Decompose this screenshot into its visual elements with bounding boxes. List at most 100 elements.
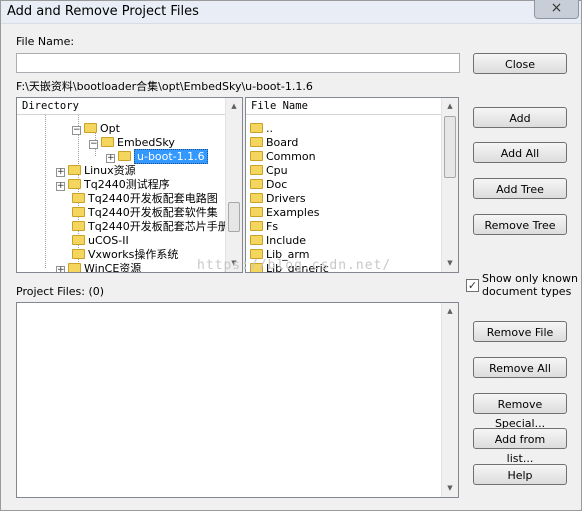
directory-header: Directory	[17, 98, 225, 115]
tree-item-label: EmbedSky	[117, 136, 175, 149]
file-item[interactable]: Board	[250, 136, 298, 150]
file-item-label: Examples	[266, 206, 320, 219]
folder-open-icon	[101, 137, 114, 147]
tree-item-u-boot[interactable]: + u-boot-1.1.6	[106, 149, 208, 164]
file-item-label: Board	[266, 136, 299, 149]
file-name-input[interactable]	[16, 53, 460, 73]
folder-icon	[250, 137, 263, 147]
expand-icon[interactable]: +	[106, 154, 115, 163]
tree-item-label: Linux资源	[84, 164, 136, 177]
scroll-thumb[interactable]	[228, 202, 240, 232]
folder-open-icon	[84, 123, 97, 133]
file-item-label: Common	[266, 150, 316, 163]
folder-icon	[72, 235, 85, 245]
expand-icon[interactable]: +	[56, 182, 65, 191]
folder-icon	[250, 193, 263, 203]
tree-item-linux[interactable]: + Linux资源	[56, 164, 136, 178]
close-button[interactable]: Close	[473, 53, 567, 74]
show-known-checkbox[interactable]: ✓	[466, 279, 479, 292]
file-item-label: Include	[266, 234, 307, 247]
tree-item-wince[interactable]: + WinCE资源	[56, 262, 142, 273]
remove-tree-button[interactable]: Remove Tree	[473, 214, 567, 235]
folder-icon	[68, 263, 81, 272]
folder-icon	[72, 207, 85, 217]
scroll-up-icon[interactable]: ▲	[442, 98, 458, 115]
add-from-list-button[interactable]: Add from list...	[473, 428, 567, 465]
window-close-button[interactable]: ×	[534, 0, 579, 19]
folder-icon	[250, 235, 263, 245]
folder-icon	[72, 193, 85, 203]
file-item-label: Cpu	[266, 164, 288, 177]
tree-item-tq2440-software[interactable]: Tq2440开发板配套软件集	[72, 206, 218, 220]
folder-icon	[118, 151, 131, 161]
project-files-vertical-scrollbar[interactable]: ▲ ▼	[441, 303, 458, 497]
project-files-list[interactable]: ▲ ▼	[16, 302, 459, 498]
show-known-label-line2: document types	[482, 285, 572, 298]
file-item[interactable]: Common	[250, 150, 316, 164]
directory-vertical-scrollbar[interactable]: ▲ ▼	[225, 98, 242, 272]
tree-item-label: WinCE资源	[84, 262, 142, 273]
help-button[interactable]: Help	[473, 464, 567, 485]
file-item[interactable]: Drivers	[250, 192, 306, 206]
remove-file-button[interactable]: Remove File	[473, 321, 567, 342]
file-item-parent[interactable]: ..	[250, 122, 273, 136]
file-item[interactable]: Doc	[250, 178, 287, 192]
scroll-up-icon[interactable]: ▲	[442, 303, 458, 320]
folder-icon	[68, 179, 81, 189]
tree-item-label: Tq2440开发板配套芯片手册	[88, 220, 229, 233]
folder-icon	[68, 165, 81, 175]
show-known-label-line1: Show only known	[482, 272, 578, 285]
file-list[interactable]: File Name .. Board Common Cpu Doc Driver…	[245, 97, 459, 273]
show-known-label: Show only known document types	[482, 272, 578, 298]
collapse-icon[interactable]: −	[72, 126, 81, 135]
file-name-label: File Name:	[16, 35, 75, 48]
tree-item-label-selected: u-boot-1.1.6	[134, 149, 208, 164]
folder-up-icon	[250, 123, 263, 133]
tree-item-opt[interactable]: − Opt	[72, 122, 120, 136]
folder-icon	[72, 221, 85, 231]
tree-item-label: Tq2440开发板配套电路图	[88, 192, 218, 205]
file-item[interactable]: Examples	[250, 206, 319, 220]
tree-item-tq2440-test[interactable]: + Tq2440测试程序	[56, 178, 170, 192]
folder-icon	[72, 249, 85, 259]
add-button[interactable]: Add	[473, 107, 567, 128]
project-files-label: Project Files: (0)	[16, 285, 105, 298]
file-item[interactable]: Include	[250, 234, 306, 248]
file-item[interactable]: Cpu	[250, 164, 288, 178]
directory-tree[interactable]: Directory − Opt − EmbedSky + u-boot-1.1.6 +…	[16, 97, 243, 273]
scroll-down-icon[interactable]: ▼	[442, 480, 458, 497]
scroll-thumb[interactable]	[444, 116, 456, 178]
tree-line	[45, 115, 46, 268]
file-item[interactable]: Fs	[250, 220, 278, 234]
tree-item-embedsky[interactable]: − EmbedSky	[89, 136, 175, 150]
remove-all-button[interactable]: Remove All	[473, 357, 567, 378]
collapse-icon[interactable]: −	[89, 140, 98, 149]
file-item-label: Doc	[266, 178, 288, 191]
file-list-vertical-scrollbar[interactable]: ▲ ▼	[441, 98, 458, 272]
folder-icon	[250, 151, 263, 161]
tree-item-vxworks[interactable]: Vxworks操作系统	[72, 248, 178, 262]
tree-item-tq2440-chip-manual[interactable]: Tq2440开发板配套芯片手册	[72, 220, 229, 234]
add-remove-files-dialog: Add and Remove Project Files × File Name…	[0, 0, 582, 511]
tree-item-tq2440-circuit[interactable]: Tq2440开发板配套电路图	[72, 192, 218, 206]
title-bar: Add and Remove Project Files ×	[1, 0, 581, 24]
file-item-label: Fs	[266, 220, 279, 233]
tree-item-ucos[interactable]: uCOS-II	[72, 234, 129, 248]
folder-icon	[250, 207, 263, 217]
scroll-down-icon[interactable]: ▼	[442, 255, 458, 272]
add-all-button[interactable]: Add All	[473, 142, 567, 163]
folder-icon	[250, 165, 263, 175]
add-tree-button[interactable]: Add Tree	[473, 178, 567, 199]
watermark: https://blog.csdn.net/	[197, 258, 392, 273]
file-name-header: File Name	[246, 98, 442, 115]
expand-icon[interactable]: +	[56, 168, 65, 177]
scroll-up-icon[interactable]: ▲	[226, 98, 242, 115]
tree-item-label: Opt	[100, 122, 120, 135]
dialog-title: Add and Remove Project Files	[7, 4, 199, 19]
tree-item-label: Tq2440测试程序	[84, 178, 170, 191]
current-path: F:\天嵌资料\bootloader合集\opt\EmbedSky\u-boot…	[16, 80, 313, 93]
expand-icon[interactable]: +	[56, 266, 65, 272]
folder-icon	[250, 179, 263, 189]
remove-special-button[interactable]: Remove Special...	[473, 393, 567, 430]
tree-item-label: uCOS-II	[88, 234, 129, 247]
